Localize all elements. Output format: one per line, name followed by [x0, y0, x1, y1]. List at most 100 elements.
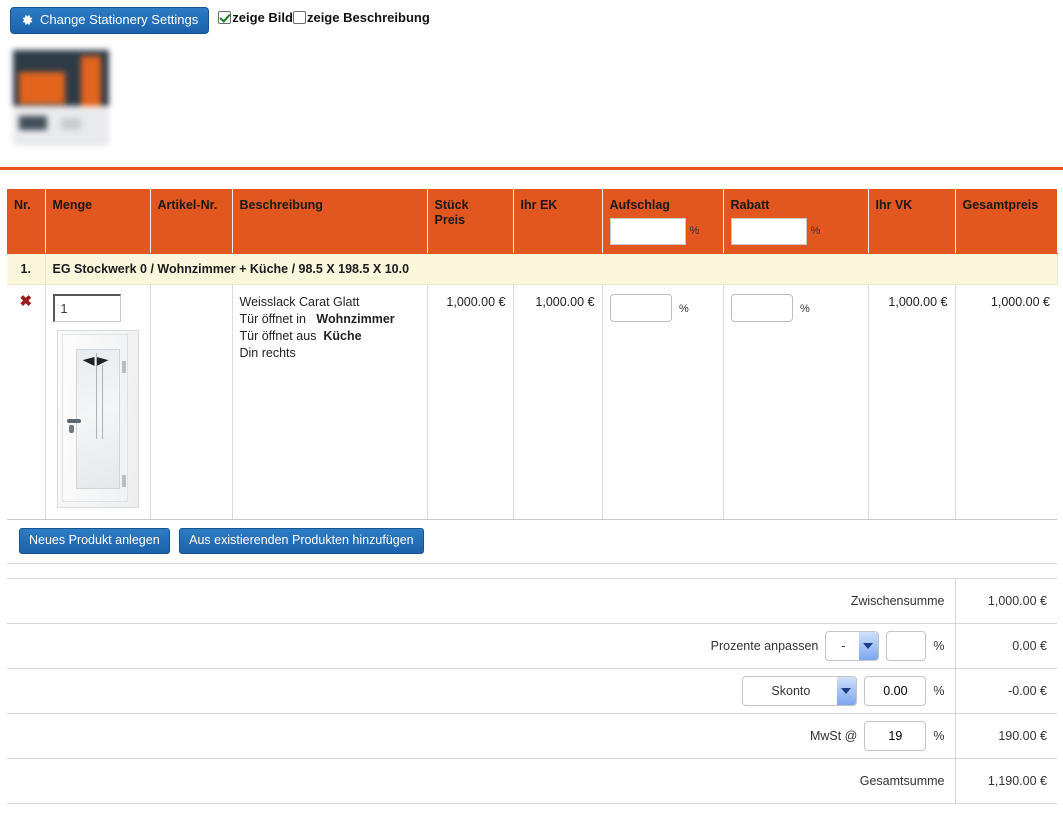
- prozente-anpassen-select[interactable]: -: [825, 631, 880, 661]
- rabatt-percent-sign: %: [810, 225, 821, 237]
- door-handle: [66, 419, 81, 423]
- show-description-label: zeige Beschreibung: [306, 10, 430, 25]
- header-stueck-line1: Stück: [434, 198, 469, 212]
- zwischensumme-value: 1,000.00 €: [954, 578, 1057, 624]
- logo-shape-orange-right: [81, 56, 101, 106]
- row-aufschlag-percent-sign: %: [678, 303, 689, 315]
- totals-row-skonto: Skonto % -0.00 €: [7, 668, 1057, 714]
- ihr-vk-cell: 1,000.00 €: [868, 284, 956, 520]
- door-lock-plate: [68, 425, 74, 433]
- header-artikel-nr: Artikel-Nr.: [150, 189, 233, 254]
- actions-cell: Neues Produkt anlegen Aus existierenden …: [7, 519, 1057, 564]
- door-glass-panel: [75, 349, 120, 489]
- header-ihr-ek: Ihr EK: [513, 189, 603, 254]
- row-rabatt-percent-sign: %: [799, 303, 810, 315]
- header-rabatt-label: Rabatt: [730, 198, 770, 212]
- show-description-checkbox[interactable]: [292, 11, 306, 24]
- door-hinge-bottom: [121, 475, 126, 487]
- header-ihr-vk: Ihr VK: [868, 189, 956, 254]
- door-hinge-top: [121, 361, 126, 373]
- header-gesamtpreis: Gesamtpreis: [955, 189, 1057, 254]
- logo-shape-dark-small: [19, 116, 47, 130]
- skonto-controls: Skonto %: [17, 676, 945, 706]
- header-beschreibung: Beschreibung: [232, 189, 428, 254]
- orange-divider: [0, 167, 1063, 170]
- actions-row: Neues Produkt anlegen Aus existierenden …: [7, 519, 1057, 564]
- description-line-3-label: Tür öffnet aus: [239, 329, 317, 343]
- prozente-anpassen-cell: Prozente anpassen - %: [7, 623, 955, 669]
- header-nr: Nr.: [7, 189, 46, 254]
- description-line-3-value: Küche: [323, 329, 362, 343]
- stueck-preis-cell: 1,000.00 €: [427, 284, 514, 520]
- mwst-percent-sign: %: [933, 729, 945, 743]
- logo-shape-light-small: [61, 118, 81, 130]
- add-existing-product-button[interactable]: Aus existierenden Produkten hinzufügen: [179, 528, 424, 554]
- delete-row-cell: ✖: [7, 284, 46, 520]
- row-aufschlag-input[interactable]: [609, 294, 672, 322]
- group-title: EG Stockwerk 0 / Wohnzimmer + Küche / 98…: [45, 253, 1058, 285]
- prozente-anpassen-controls: Prozente anpassen - %: [17, 631, 945, 661]
- gesamtsumme-label: Gesamtsumme: [7, 758, 955, 804]
- header-rabatt: Rabatt %: [723, 189, 869, 254]
- mwst-input[interactable]: [864, 721, 927, 751]
- mwst-controls: MwSt @ %: [17, 721, 945, 751]
- mwst-value: 190.00 €: [954, 713, 1057, 759]
- show-image-checkbox-wrapper[interactable]: zeige Bild: [218, 10, 293, 25]
- skonto-select-wrap: Skonto: [742, 676, 858, 706]
- global-rabatt-input[interactable]: [730, 218, 807, 245]
- ihr-ek-cell: 1,000.00 €: [513, 284, 603, 520]
- totals-row-gesamtsumme: Gesamtsumme 1,190.00 €: [7, 758, 1057, 804]
- totals-row-prozente-anpassen: Prozente anpassen - % 0.00 €: [7, 623, 1057, 669]
- prozente-anpassen-value: 0.00 €: [954, 623, 1057, 669]
- top-toolbar: Change Stationery Settings zeige Bild ze…: [0, 0, 1063, 40]
- show-image-label: zeige Bild: [232, 10, 293, 25]
- header-aufschlag-label: Aufschlag: [609, 198, 670, 212]
- prozente-anpassen-percent-sign: %: [933, 639, 945, 653]
- skonto-input[interactable]: [864, 676, 927, 706]
- totals-row-mwst: MwSt @ % 190.00 €: [7, 713, 1057, 759]
- skonto-cell: Skonto %: [7, 668, 955, 714]
- positions-table: Nr. Menge Artikel-Nr. Beschreibung Stück…: [7, 189, 1058, 564]
- description-cell: Weisslack Carat Glatt Tür öffnet in Wohn…: [232, 284, 428, 520]
- change-stationery-settings-button[interactable]: Change Stationery Settings: [10, 7, 210, 34]
- header-stueck-line2: Preis: [434, 213, 466, 227]
- prozente-anpassen-label: Prozente anpassen: [710, 639, 819, 653]
- description-line-3: Tür öffnet aus Küche: [240, 328, 420, 345]
- row-rabatt-input[interactable]: [730, 294, 793, 322]
- header-menge: Menge: [45, 189, 151, 254]
- rabatt-cell: %: [723, 284, 869, 520]
- aufschlag-cell: %: [602, 284, 724, 520]
- show-description-checkbox-wrapper[interactable]: zeige Beschreibung: [292, 10, 430, 25]
- description-line-2-label: Tür öffnet in: [239, 312, 306, 326]
- table-header-row: Nr. Menge Artikel-Nr. Beschreibung Stück…: [7, 189, 1057, 254]
- description-line-2-value: Wohnzimmer: [316, 312, 395, 326]
- stationery-logo-thumbnail: [9, 46, 113, 152]
- new-product-button[interactable]: Neues Produkt anlegen: [19, 528, 170, 554]
- door-leaf: [61, 334, 128, 502]
- delete-icon[interactable]: ✖: [19, 294, 32, 309]
- mwst-cell: MwSt @ %: [7, 713, 955, 759]
- gesamtsumme-value: 1,190.00 €: [954, 758, 1057, 804]
- gesamtpreis-cell: 1,000.00 €: [955, 284, 1057, 520]
- header-aufschlag: Aufschlag %: [602, 189, 724, 254]
- gear-icon: [20, 13, 34, 27]
- prozente-anpassen-input[interactable]: [886, 631, 927, 661]
- product-image: [52, 328, 145, 510]
- logo-shape-orange-left: [19, 72, 65, 104]
- skonto-select[interactable]: Skonto: [742, 676, 858, 706]
- show-image-checkbox[interactable]: [218, 11, 232, 24]
- description-line-2: Tür öffnet in Wohnzimmer: [240, 311, 420, 328]
- logo-canvas: [9, 46, 113, 152]
- totals-table: Zwischensumme 1,000.00 € Prozente anpass…: [7, 578, 1057, 804]
- quantity-input[interactable]: [52, 294, 121, 322]
- header-rabatt-field-row: %: [730, 218, 861, 245]
- artikel-nr-cell: [150, 284, 233, 520]
- door-etch-stem-2: [101, 365, 103, 439]
- skonto-value: -0.00 €: [954, 668, 1057, 714]
- skonto-percent-sign: %: [933, 684, 945, 698]
- table-row: ✖ 1 Weisslack Carat Glatt Tür öffnet in …: [7, 284, 1057, 520]
- aufschlag-percent-sign: %: [689, 225, 700, 237]
- global-aufschlag-input[interactable]: [609, 218, 686, 245]
- zwischensumme-label: Zwischensumme: [7, 578, 955, 624]
- mwst-label: MwSt @: [809, 729, 858, 743]
